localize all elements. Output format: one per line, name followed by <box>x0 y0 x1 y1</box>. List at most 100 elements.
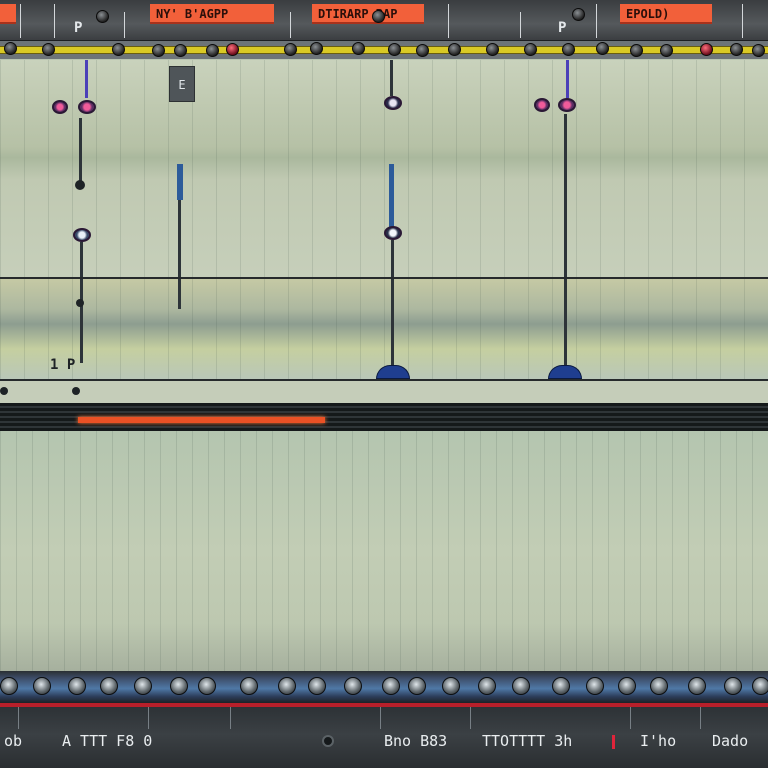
automation-hook-icon[interactable] <box>73 228 91 242</box>
rail-knob-icon[interactable] <box>240 677 258 695</box>
rail-knob-icon[interactable] <box>134 677 152 695</box>
automation-node-icon[interactable] <box>75 180 85 190</box>
footer-label[interactable]: Bno B83 <box>384 732 447 750</box>
marker-label-1[interactable]: NY' B'AGPP <box>150 4 274 24</box>
rail-knob-icon[interactable] <box>278 677 296 695</box>
rail-knob-icon[interactable] <box>650 677 668 695</box>
ruler-knob-icon[interactable] <box>372 10 385 23</box>
automation-stem[interactable] <box>391 240 394 277</box>
clip-tag[interactable]: E <box>169 66 195 102</box>
cue-knob-icon[interactable] <box>112 43 125 56</box>
top-ruler[interactable]: NY' B'AGPP DTIRARP BAP EPOLD) P P <box>0 0 768 41</box>
automation-hook-icon[interactable] <box>534 98 550 112</box>
rail-knob-icon[interactable] <box>33 677 51 695</box>
rail-knob-icon[interactable] <box>512 677 530 695</box>
track-lane-1[interactable]: E <box>0 60 768 277</box>
automation-node-icon[interactable] <box>76 299 84 307</box>
automation-foot-icon[interactable] <box>376 365 410 379</box>
ruler-mark-p-1: P <box>74 20 83 36</box>
automation-stem[interactable] <box>566 60 569 98</box>
footer-label[interactable]: A TTT F8 0 <box>62 732 152 750</box>
automation-stem[interactable] <box>177 164 183 200</box>
rail-knob-icon[interactable] <box>442 677 460 695</box>
cue-knob-icon[interactable] <box>4 42 17 55</box>
automation-stem[interactable] <box>80 279 83 363</box>
cue-knob-red-icon[interactable] <box>226 43 239 56</box>
footer-bar[interactable]: ob A TTT F8 0 Bno B83 TTOTTTT 3h I'ho Da… <box>0 707 768 768</box>
rail-knob-icon[interactable] <box>382 677 400 695</box>
automation-hook-icon[interactable] <box>78 100 96 114</box>
cue-knob-icon[interactable] <box>660 44 673 57</box>
ruler-tick <box>596 4 597 38</box>
automation-stem[interactable] <box>85 60 88 98</box>
automation-stem[interactable] <box>391 279 394 371</box>
cue-knob-icon[interactable] <box>310 42 323 55</box>
rail-knob-icon[interactable] <box>478 677 496 695</box>
automation-hook-icon[interactable] <box>558 98 576 112</box>
rail-knob-icon[interactable] <box>198 677 216 695</box>
automation-hook-icon[interactable] <box>384 226 402 240</box>
rail-knob-icon[interactable] <box>68 677 86 695</box>
cue-knob-icon[interactable] <box>206 44 219 57</box>
footer-record-icon[interactable] <box>322 735 334 747</box>
cue-knob-icon[interactable] <box>524 43 537 56</box>
scrub-bar[interactable] <box>78 417 325 423</box>
automation-stem[interactable] <box>564 114 567 277</box>
automation-stem[interactable] <box>80 242 83 277</box>
rail-knob-icon[interactable] <box>586 677 604 695</box>
automation-hook-icon[interactable] <box>52 100 68 114</box>
cue-knob-icon[interactable] <box>352 42 365 55</box>
cue-knob-icon[interactable] <box>486 43 499 56</box>
track-lane-2[interactable]: 1 P <box>0 279 768 379</box>
cue-knob-icon[interactable] <box>730 43 743 56</box>
ruler-tick <box>124 12 125 38</box>
cue-knob-icon[interactable] <box>630 44 643 57</box>
ruler-tick <box>520 12 521 38</box>
automation-stem[interactable] <box>564 279 567 371</box>
transport-strip[interactable] <box>0 381 768 431</box>
bottom-knob-rail[interactable] <box>0 671 768 703</box>
rail-knob-icon[interactable] <box>724 677 742 695</box>
automation-stem[interactable] <box>178 200 181 277</box>
rail-knob-icon[interactable] <box>0 677 18 695</box>
cue-knob-red-icon[interactable] <box>700 43 713 56</box>
ruler-knob-icon[interactable] <box>96 10 109 23</box>
automation-stem[interactable] <box>390 60 393 96</box>
footer-label[interactable]: Dado <box>712 732 748 750</box>
cue-knob-icon[interactable] <box>562 43 575 56</box>
rail-knob-icon[interactable] <box>344 677 362 695</box>
cue-knob-icon[interactable] <box>174 44 187 57</box>
cue-knob-icon[interactable] <box>284 43 297 56</box>
automation-stem[interactable] <box>178 279 181 309</box>
automation-foot-icon[interactable] <box>548 365 582 379</box>
cue-knob-icon[interactable] <box>388 43 401 56</box>
footer-label[interactable]: I'ho <box>640 732 676 750</box>
marker-label-3[interactable]: EPOLD) <box>620 4 712 24</box>
transport-node-icon[interactable] <box>0 387 8 395</box>
cue-knob-icon[interactable] <box>152 44 165 57</box>
rail-knob-icon[interactable] <box>308 677 326 695</box>
rail-knob-icon[interactable] <box>552 677 570 695</box>
transport-node-icon[interactable] <box>72 387 80 395</box>
cue-rail[interactable] <box>0 41 768 59</box>
rail-knob-icon[interactable] <box>170 677 188 695</box>
marker-edge[interactable] <box>0 4 16 24</box>
cue-knob-icon[interactable] <box>42 43 55 56</box>
footer-label[interactable]: ob <box>4 732 22 750</box>
cue-knob-icon[interactable] <box>416 44 429 57</box>
marker-label-2[interactable]: DTIRARP BAP <box>312 4 424 24</box>
cue-knob-icon[interactable] <box>448 43 461 56</box>
track-lane-3[interactable] <box>0 431 768 671</box>
footer-label[interactable]: TTOTTTT 3h <box>482 732 572 750</box>
cue-knob-icon[interactable] <box>752 44 765 57</box>
automation-stem[interactable] <box>79 118 82 188</box>
automation-stem[interactable] <box>389 164 394 234</box>
cue-knob-icon[interactable] <box>596 42 609 55</box>
ruler-knob-icon[interactable] <box>572 8 585 21</box>
rail-knob-icon[interactable] <box>688 677 706 695</box>
rail-knob-icon[interactable] <box>618 677 636 695</box>
rail-knob-icon[interactable] <box>752 677 768 695</box>
rail-knob-icon[interactable] <box>100 677 118 695</box>
rail-knob-icon[interactable] <box>408 677 426 695</box>
automation-hook-icon[interactable] <box>384 96 402 110</box>
